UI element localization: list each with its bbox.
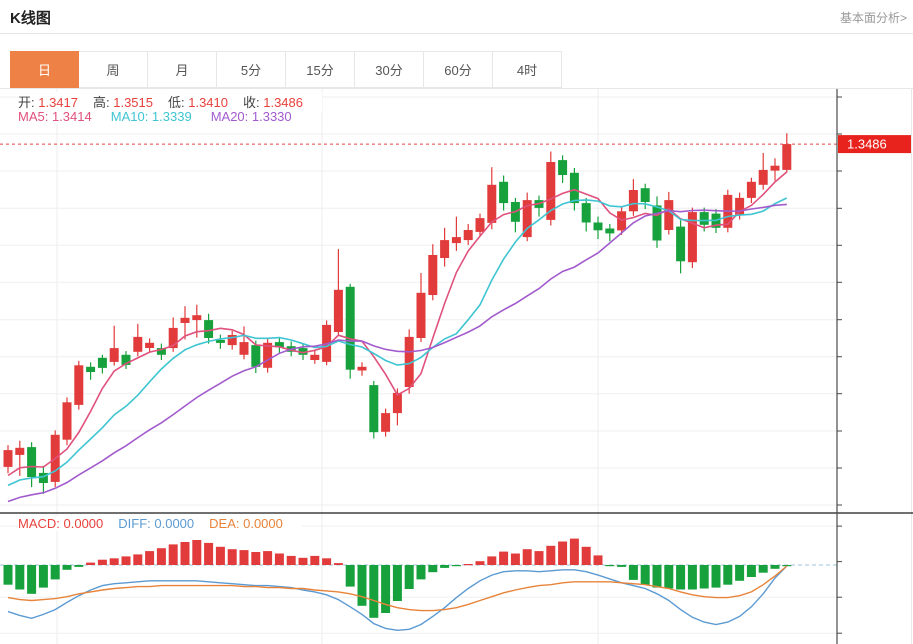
macd-histogram <box>4 539 792 618</box>
legend-ma5: MA5: 1.3414 <box>18 109 92 124</box>
legend-macd: MACD: 0.0000 <box>18 516 103 531</box>
tab-15分[interactable]: 15分 <box>286 51 355 88</box>
interval-tabs: 日周月5分15分30分60分4时 <box>10 51 562 88</box>
svg-text:1.3486: 1.3486 <box>847 137 887 152</box>
tab-月[interactable]: 月 <box>148 51 217 88</box>
ma10-line <box>8 198 787 485</box>
tab-30分[interactable]: 30分 <box>355 51 424 88</box>
candles <box>4 133 792 494</box>
tab-周[interactable]: 周 <box>79 51 148 88</box>
legend-open: 开: 1.3417 <box>18 95 78 110</box>
ma-legend: MA5: 1.3414 MA10: 1.3339 MA20: 1.3330 <box>18 109 315 124</box>
tab-5分[interactable]: 5分 <box>217 51 286 88</box>
legend-ma10: MA10: 1.3339 <box>111 109 192 124</box>
price-axis: 1.36121.35131.34141.33141.32151.31161.30… <box>837 0 890 644</box>
kline-page: K线图 基本面分析> 日周月5分15分30分60分4时 1.36121.3513… <box>0 0 913 644</box>
legend-low: 低: 1.3410 <box>168 95 228 110</box>
legend-close: 收: 1.3486 <box>243 95 303 110</box>
macd-legend: MACD: 0.0000 DIFF: 0.0000 DEA: 0.0000 <box>18 516 302 531</box>
legend-high: 高: 1.3515 <box>93 95 153 110</box>
last-price-tag: 1.3486 <box>838 135 911 153</box>
tab-60分[interactable]: 60分 <box>424 51 493 88</box>
legend-ma20: MA20: 1.3330 <box>211 109 292 124</box>
legend-dea: DEA: 0.0000 <box>209 516 283 531</box>
tab-日[interactable]: 日 <box>10 51 79 88</box>
legend-diff: DIFF: 0.0000 <box>118 516 194 531</box>
tab-4时[interactable]: 4时 <box>493 51 562 88</box>
ma20-line <box>8 204 787 501</box>
svg-text:-0.0142: -0.0142 <box>846 0 890 3</box>
